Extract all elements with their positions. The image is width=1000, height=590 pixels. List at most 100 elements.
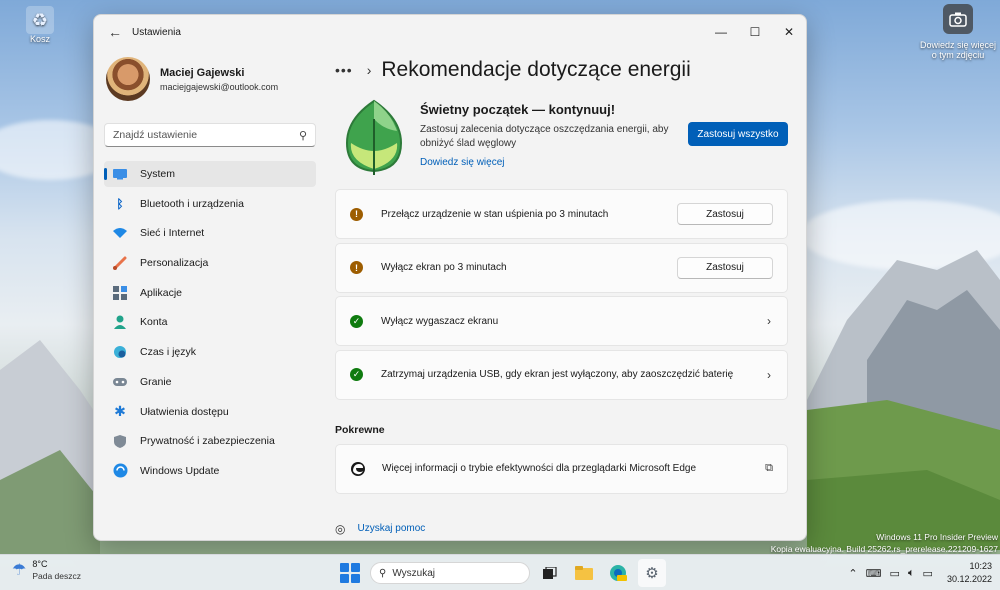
volume-icon[interactable]: 🔈︎: [908, 567, 915, 580]
edge-canary-button[interactable]: [604, 559, 632, 587]
task-view-button[interactable]: [536, 559, 564, 587]
sidebar-item-label: Prywatność i zabezpieczenia: [140, 435, 275, 448]
checkmark-icon: ✓: [350, 314, 363, 328]
back-button[interactable]: ←: [104, 21, 126, 43]
leaf-icon: [345, 99, 403, 175]
breadcrumb-separator: ›: [366, 62, 372, 78]
clock[interactable]: 10:23 30.12.2022: [947, 560, 992, 586]
monitor-icon: [112, 166, 128, 182]
sidebar-item-label: Sieć i Internet: [140, 227, 205, 240]
sidebar-item-windows-update[interactable]: Windows Update: [104, 458, 316, 484]
minimize-button[interactable]: —: [704, 15, 738, 49]
recycle-bin-label: Kosz: [29, 34, 50, 44]
close-button[interactable]: ✕: [772, 15, 806, 49]
breadcrumb-more-button[interactable]: •••: [335, 62, 353, 78]
settings-search[interactable]: ⚲: [104, 123, 316, 147]
brush-icon: [112, 255, 128, 271]
sidebar-item-personalization[interactable]: Personalizacja: [104, 250, 316, 276]
update-icon: [112, 463, 128, 479]
edge-icon: [351, 461, 365, 476]
rain-icon: ☂: [12, 562, 27, 579]
watermark-line-1: Windows 11 Pro Insider Preview: [876, 532, 998, 542]
wallpaper-mountain-left: [0, 340, 100, 560]
keyboard-icon[interactable]: ⌨: [866, 567, 882, 580]
hero-description: Zastosuj zalecenia dotyczące oszczędzani…: [420, 124, 669, 149]
recycle-bin-icon: ♻: [26, 6, 54, 34]
recommendations-hero: Świetny początek — kontynuuj! Zastosuj z…: [335, 97, 788, 179]
accessibility-icon: ✱: [114, 403, 126, 419]
wallpaper-info-widget[interactable]: Dowiedz się więcej o tym zdjęciu: [916, 4, 1000, 60]
breadcrumb: ••• › Rekomendacje dotyczące energii: [335, 49, 788, 91]
taskbar-search-label: Wyszukaj: [392, 567, 436, 579]
network-icon[interactable]: ▭: [890, 567, 900, 580]
sidebar-item-accessibility[interactable]: ✱ Ułatwienia dostępu: [104, 399, 316, 425]
windows-logo-tile: [340, 573, 350, 583]
sidebar-item-label: Ułatwienia dostępu: [140, 405, 229, 418]
user-email: maciejgajewski@outlook.com: [160, 81, 279, 92]
system-tray: ⌃ ⌨ ▭ 🔈︎ ▭ 10:23 30.12.2022: [844, 559, 992, 587]
recommendation-text: Wyłącz ekran po 3 minutach: [381, 262, 507, 273]
file-explorer-button[interactable]: [570, 559, 598, 587]
sidebar-item-gaming[interactable]: Granie: [104, 369, 316, 395]
sidebar-item-system[interactable]: System: [104, 161, 316, 187]
sidebar-item-label: Czas i język: [140, 346, 197, 359]
start-button[interactable]: [336, 559, 364, 587]
related-section-title: Pokrewne: [335, 423, 385, 436]
windows-logo-tile: [350, 563, 360, 573]
recommendation-text: Wyłącz wygaszacz ekranu: [381, 315, 499, 327]
chevron-right-icon: ›: [767, 314, 771, 328]
apply-sleep-button[interactable]: Zastosuj: [677, 203, 773, 225]
related-edge-efficiency[interactable]: Więcej informacji o trybie efektywności …: [335, 443, 788, 494]
sidebar-item-label: Windows Update: [140, 464, 220, 477]
recommendation-text: Zatrzymaj urządzenia USB, gdy ekran jest…: [381, 369, 734, 380]
apply-screen-off-button[interactable]: Zastosuj: [677, 256, 773, 279]
chevron-up-icon[interactable]: ⌃: [848, 567, 857, 580]
weather-widget[interactable]: ☂ 8°C Pada deszcz: [12, 559, 81, 581]
recycle-bin-shortcut[interactable]: ♻ Kosz: [26, 6, 54, 44]
recommendation-usb[interactable]: ✓ Zatrzymaj urządzenia USB, gdy ekran je…: [335, 349, 788, 400]
sidebar-item-privacy[interactable]: Prywatność i zabezpieczenia: [104, 428, 316, 454]
sidebar-item-network[interactable]: Sieć i Internet: [104, 220, 316, 246]
windows-logo-tile: [350, 573, 360, 583]
get-help-link[interactable]: Uzyskaj pomoc: [357, 523, 425, 534]
warning-icon: !: [350, 207, 363, 221]
recommendation-sleep: ! Przełącz urządzenie w stan uśpienia po…: [335, 189, 788, 239]
wifi-icon: [112, 225, 128, 241]
bluetooth-icon: ᛒ: [116, 196, 124, 211]
recommendation-list: ! Przełącz urządzenie w stan uśpienia po…: [335, 189, 788, 400]
sidebar-item-label: Aplikacje: [140, 286, 183, 299]
globe-clock-icon: [112, 344, 128, 360]
main-content: ••• › Rekomendacje dotyczące energii Świ…: [335, 49, 788, 540]
sidebar-item-label: Konta: [140, 316, 168, 329]
recommendation-text: Przełącz urządzenie w stan uśpienia po 3…: [381, 208, 609, 220]
sidebar-item-time-language[interactable]: Czas i język: [104, 339, 316, 365]
sidebar-nav: System ᛒ Bluetooth i urządzenia Sieć i I…: [104, 161, 316, 484]
widget-label-2: o tym zdjęciu: [931, 50, 985, 60]
apply-all-button[interactable]: Zastosuj wszystko: [688, 122, 788, 146]
taskbar-search[interactable]: ⚲ Wyszukaj: [370, 562, 530, 584]
help-icon: ◎: [335, 521, 346, 536]
sidebar-item-accounts[interactable]: Konta: [104, 309, 316, 335]
taskbar: ☂ 8°C Pada deszcz ⚲ Wyszukaj ⚙ ⌃ ⌨ ▭ 🔈︎ …: [0, 554, 1000, 590]
user-profile[interactable]: Maciej Gajewski maciejgajewski@outlook.c…: [106, 49, 316, 109]
shield-icon: [112, 433, 128, 449]
windows-logo-tile: [340, 563, 350, 573]
maximize-button[interactable]: ☐: [738, 15, 772, 49]
clock-time: 10:23: [969, 561, 992, 571]
widget-label-1: Dowiedz się więcej: [919, 40, 997, 50]
recommendation-screen-off: ! Wyłącz ekran po 3 minutach Zastosuj: [335, 242, 788, 293]
page-title: Rekomendacje dotyczące energii: [381, 58, 691, 81]
user-name: Maciej Gajewski: [160, 66, 245, 79]
sidebar-item-bluetooth[interactable]: ᛒ Bluetooth i urządzenia: [104, 191, 316, 217]
recommendation-screensaver[interactable]: ✓ Wyłącz wygaszacz ekranu ›: [335, 296, 788, 346]
settings-app-button[interactable]: ⚙: [638, 559, 666, 587]
search-input[interactable]: [113, 129, 299, 141]
battery-icon[interactable]: ▭: [923, 567, 933, 580]
sidebar-item-label: System: [140, 168, 176, 180]
sidebar-item-apps[interactable]: Aplikacje: [104, 280, 316, 306]
learn-more-link[interactable]: Dowiedz się więcej: [420, 157, 504, 168]
sidebar-item-label: Granie: [140, 375, 172, 388]
search-icon: ⚲: [379, 567, 387, 579]
wallpaper-mountain-right: [807, 250, 1000, 550]
sidebar: Maciej Gajewski maciejgajewski@outlook.c…: [94, 49, 326, 540]
